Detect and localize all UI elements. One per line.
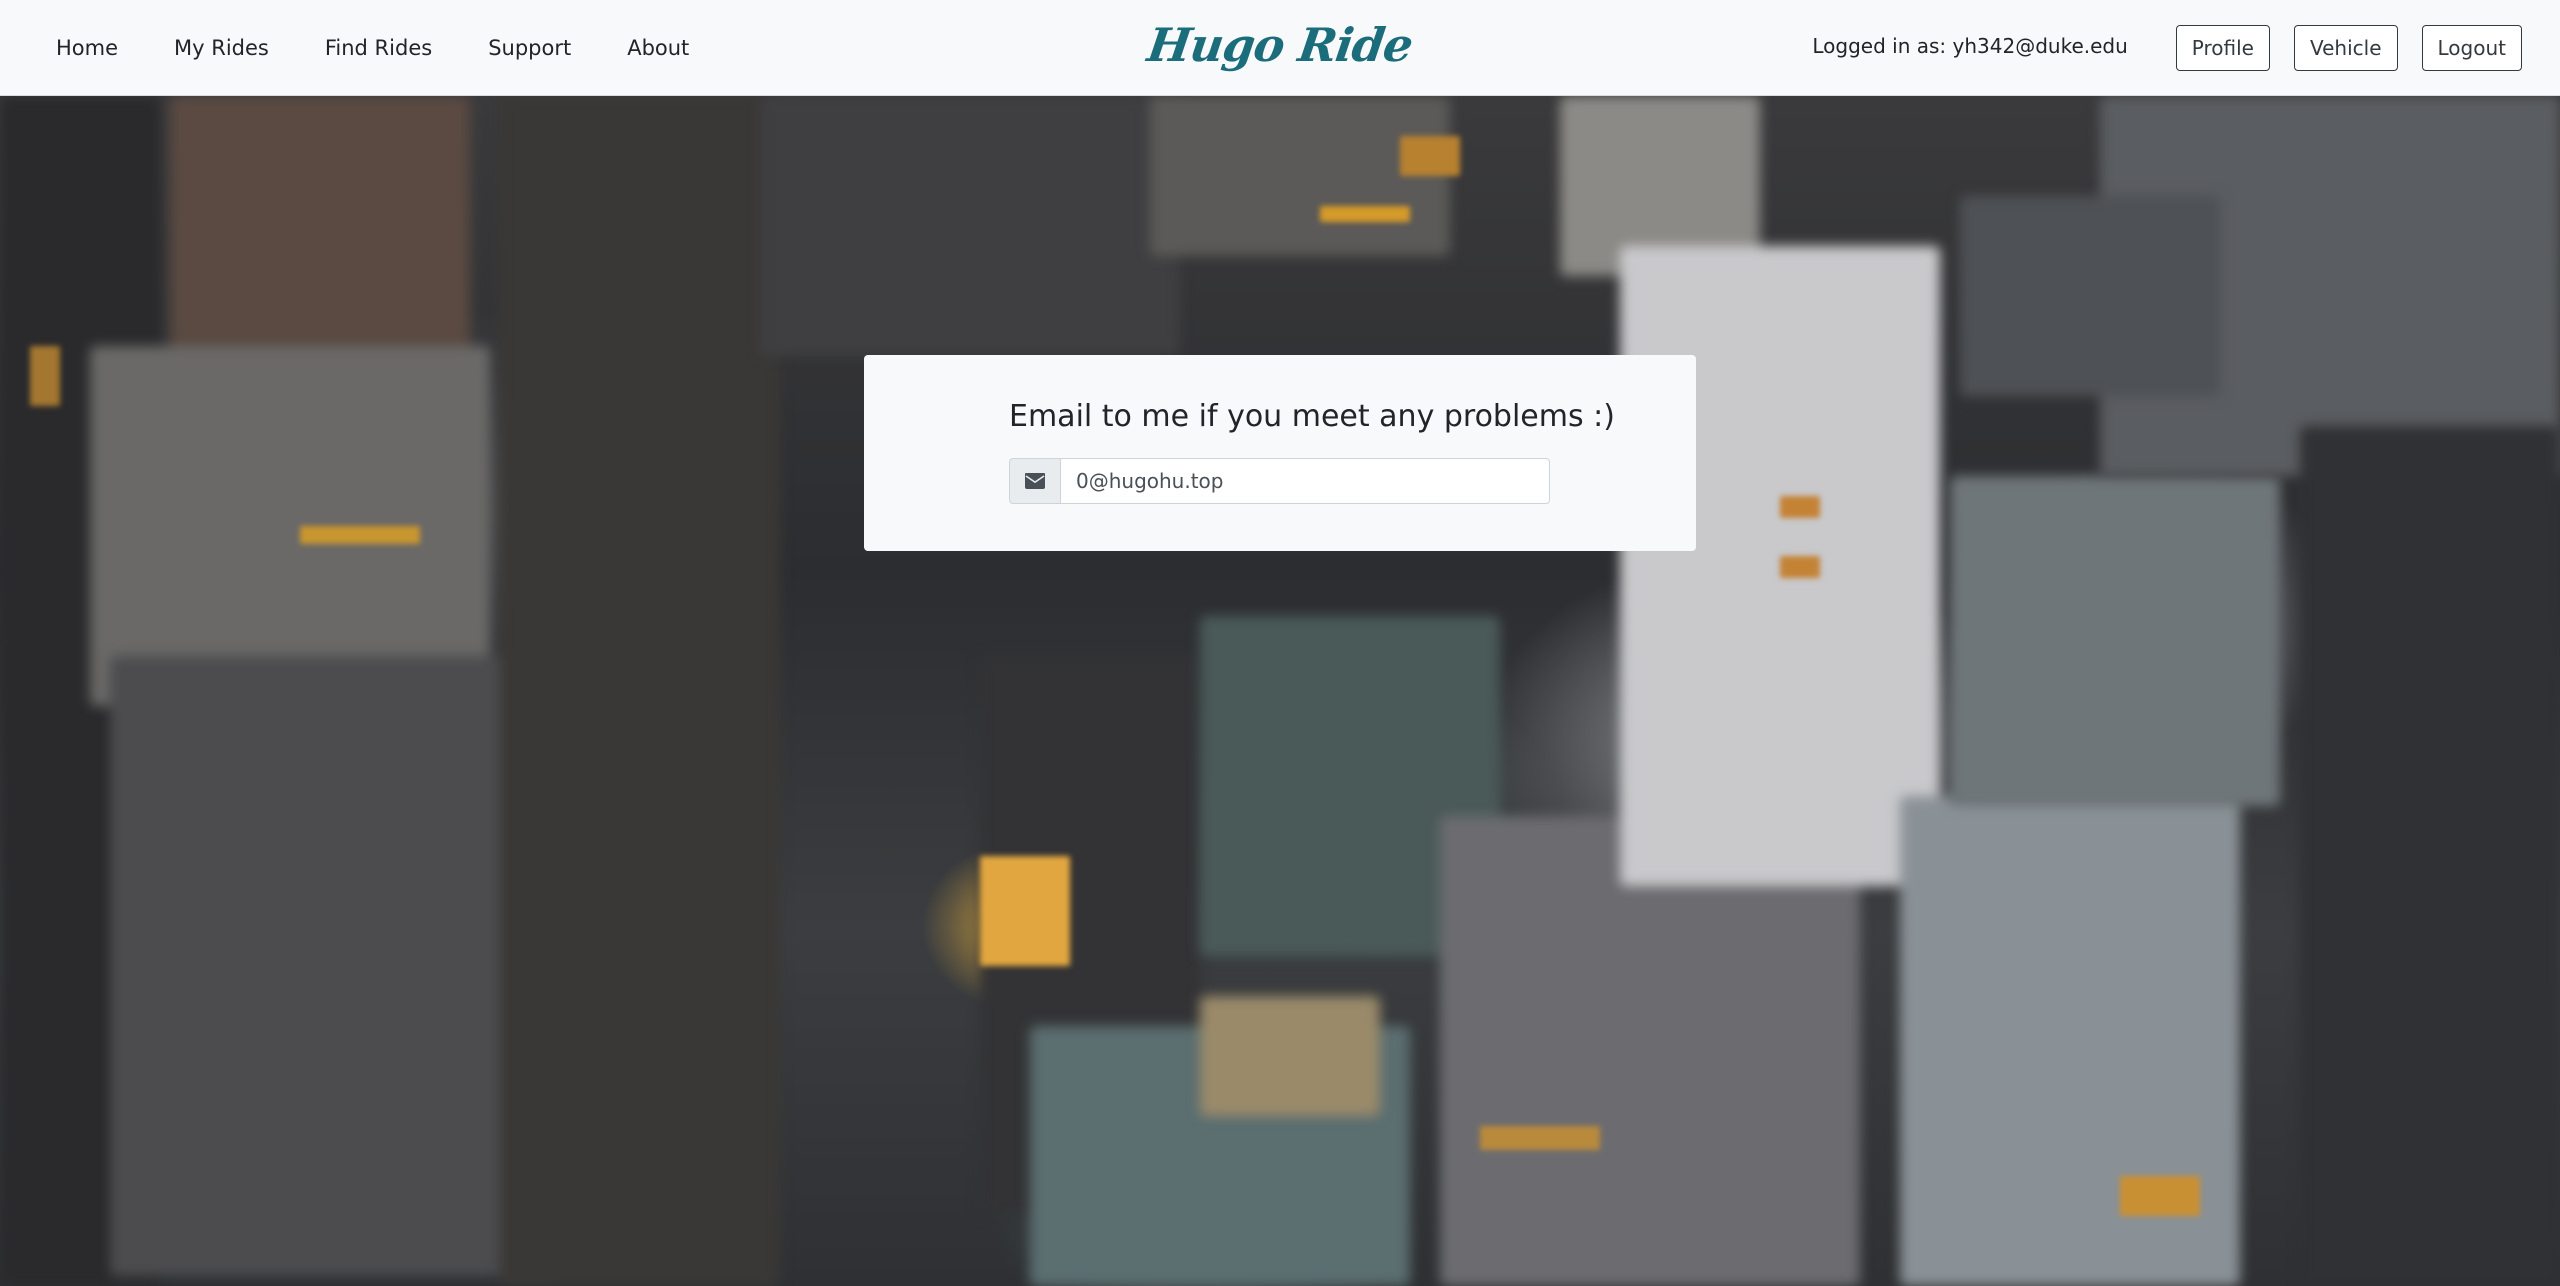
- nav-link-find-rides[interactable]: Find Rides: [309, 36, 448, 60]
- nav-link-home[interactable]: Home: [40, 36, 134, 60]
- envelope-icon: [1009, 458, 1060, 504]
- nav-user-area: Logged in as: yh342@duke.edu Profile Veh…: [1812, 0, 2522, 96]
- support-page: Home My Rides Find Rides Support About H…: [0, 0, 2560, 1286]
- background-city-image: [0, 96, 2560, 1286]
- brand-logo[interactable]: Hugo Ride: [1144, 12, 1415, 78]
- nav-links: Home My Rides Find Rides Support About: [40, 0, 729, 96]
- email-input-group: [1009, 458, 1550, 504]
- profile-button[interactable]: Profile: [2175, 25, 2270, 71]
- support-email-field[interactable]: [1060, 458, 1550, 504]
- support-card-title: Email to me if you meet any problems :): [1009, 399, 1615, 434]
- logged-in-status: Logged in as: yh342@duke.edu: [1812, 34, 2128, 58]
- nav-link-support[interactable]: Support: [472, 36, 587, 60]
- top-navbar: Home My Rides Find Rides Support About H…: [0, 0, 2560, 96]
- nav-link-my-rides[interactable]: My Rides: [158, 36, 285, 60]
- logout-button[interactable]: Logout: [2421, 25, 2522, 71]
- nav-link-about[interactable]: About: [611, 36, 705, 60]
- vehicle-button[interactable]: Vehicle: [2293, 25, 2398, 71]
- support-card: Email to me if you meet any problems :): [864, 355, 1696, 551]
